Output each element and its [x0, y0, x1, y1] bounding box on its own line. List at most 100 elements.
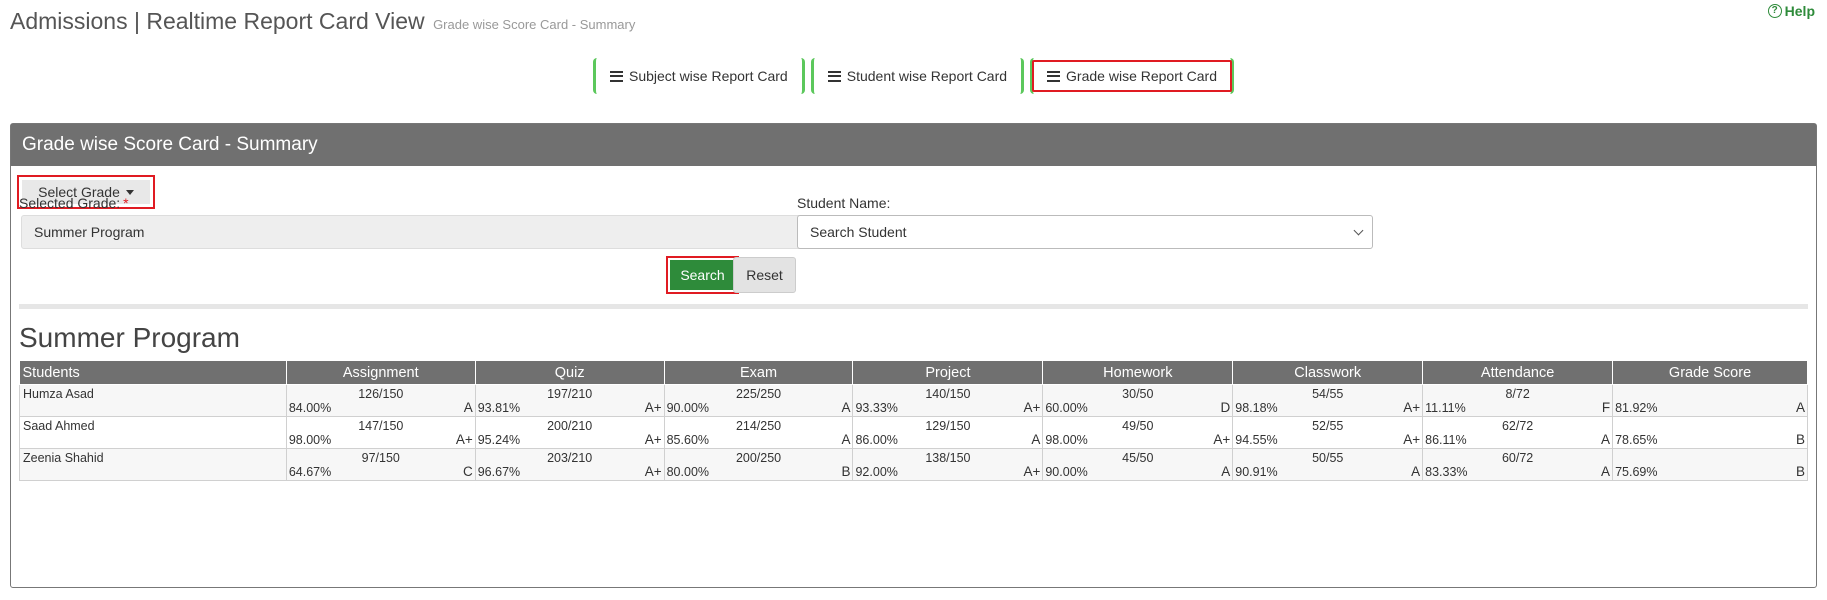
col-students: Students [19, 360, 287, 385]
score-cell: 45/50 90.00% A [1042, 448, 1234, 481]
list-icon [1047, 70, 1061, 82]
score-value: 200/250 [735, 451, 782, 465]
caret-down-icon [125, 189, 134, 195]
report-table: Students Assignment Quiz Exam Project Ho… [19, 360, 1808, 481]
score-cell: 200/210 95.24% A+ [474, 416, 665, 449]
percent-value: 96.67% [477, 465, 521, 479]
list-icon [827, 70, 841, 82]
score-cell: 78.65% B [1612, 416, 1808, 449]
score-value: 49/50 [1122, 419, 1154, 433]
grade-value: A+ [455, 432, 473, 447]
help-label: Help [1784, 3, 1815, 19]
score-cell: 129/150 86.00% A [852, 416, 1044, 449]
tab-label: Student wise Report Card [846, 68, 1008, 84]
score-cell: 8/72 11.11% F [1422, 384, 1614, 417]
score-cell: 52/55 94.55% A+ [1232, 416, 1424, 449]
grade-value: A [1601, 464, 1611, 479]
score-value: 140/150 [925, 387, 971, 401]
percent-value: 98.18% [1235, 401, 1278, 415]
score-cell: 49/50 98.00% A+ [1042, 416, 1234, 449]
grade-value: A+ [1403, 432, 1421, 447]
percent-value: 94.55% [1235, 433, 1278, 447]
percent-value: 90.91% [1235, 465, 1278, 479]
score-cell: 214/250 85.60% A [663, 416, 854, 449]
grade-value: A [463, 400, 473, 415]
tab-label: Grade wise Report Card [1066, 68, 1217, 84]
score-cell: 97/150 64.67% C [285, 448, 476, 481]
col-classwork: Classwork [1232, 360, 1424, 385]
score-value: 147/150 [358, 419, 404, 433]
score-cell: 62/72 86.11% A [1422, 416, 1614, 449]
percent-value: 75.69% [1615, 465, 1658, 479]
score-value: 97/150 [361, 451, 400, 465]
percent-value: 78.65% [1615, 433, 1658, 447]
score-cell: 60/72 83.33% A [1422, 448, 1614, 481]
grade-value: A [1221, 464, 1231, 479]
grade-value: A+ [1023, 464, 1041, 479]
help-icon: ? [1767, 4, 1782, 18]
score-cell: 225/250 90.00% A [663, 384, 854, 417]
score-cell: 126/150 84.00% A [285, 384, 476, 417]
score-value: 197/210 [547, 387, 593, 401]
grade-value: A+ [644, 464, 662, 479]
tab-subject-wise[interactable]: Subject wise Report Card [592, 58, 805, 94]
col-project: Project [852, 360, 1044, 385]
student-name-select[interactable]: Search Student [797, 215, 1373, 249]
score-value: 30/50 [1122, 387, 1154, 401]
grade-value: A+ [1023, 400, 1041, 415]
col-grade-score: Grade Score [1612, 360, 1808, 385]
percent-value: 86.11% [1425, 433, 1467, 447]
page-title-row: Admissions | Realtime Report Card View G… [10, 8, 635, 35]
page-title: Admissions | Realtime Report Card View [10, 8, 425, 34]
student-name-cell: Humza Asad [19, 384, 287, 417]
reset-button[interactable]: Reset [733, 257, 796, 293]
report-tabs: Subject wise Report Card Student wise Re… [0, 58, 1827, 94]
grade-value: B [1795, 464, 1805, 479]
col-attendance: Attendance [1422, 360, 1614, 385]
percent-value: 81.92% [1615, 401, 1658, 415]
grade-value: A+ [644, 400, 662, 415]
table-row: Saad Ahmed 147/150 98.00% A+ 200/210 95.24% A+… [19, 416, 1808, 449]
grade-value: A+ [1213, 432, 1231, 447]
tab-student-wise[interactable]: Student wise Report Card [810, 58, 1025, 94]
panel-title: Grade wise Score Card - Summary [11, 124, 1816, 166]
percent-value: 95.24% [477, 433, 521, 447]
grade-value: A+ [1403, 400, 1421, 415]
grade-value: A [1031, 432, 1041, 447]
report-title: Summer Program [19, 322, 240, 353]
col-homework: Homework [1042, 360, 1234, 385]
student-name-value: Search Student [810, 224, 907, 240]
score-cell: 75.69% B [1612, 448, 1808, 481]
score-cell: 203/210 96.67% A+ [474, 448, 665, 481]
score-cell: 197/210 93.81% A+ [474, 384, 665, 417]
grade-value: A [1601, 432, 1611, 447]
table-header-row: Students Assignment Quiz Exam Project Ho… [19, 360, 1808, 385]
grade-value: D [1220, 400, 1231, 415]
percent-value: 80.00% [666, 465, 710, 479]
search-button[interactable]: Search [666, 256, 739, 294]
grade-value: B [1795, 432, 1805, 447]
score-value: 54/55 [1312, 387, 1344, 401]
tab-grade-wise[interactable]: Grade wise Report Card [1030, 58, 1234, 94]
selected-grade-label-text: Selected Grade: [19, 195, 121, 211]
score-value: 200/210 [547, 419, 593, 433]
score-value: 129/150 [925, 419, 971, 433]
list-icon [609, 70, 623, 82]
grade-value: A+ [644, 432, 662, 447]
grade-value: A [841, 432, 851, 447]
percent-value: 85.60% [666, 433, 710, 447]
table-row: Zeenia Shahid 97/150 64.67% C 203/210 96.67% A… [19, 448, 1808, 481]
search-label: Search [670, 260, 735, 290]
percent-value: 93.33% [855, 401, 898, 415]
score-cell: 54/55 98.18% A+ [1232, 384, 1424, 417]
percent-value: 92.00% [855, 465, 898, 479]
percent-value: 90.00% [1045, 465, 1088, 479]
score-value: 203/210 [547, 451, 593, 465]
grade-value: B [841, 464, 851, 479]
score-cell: 81.92% A [1612, 384, 1808, 417]
score-value: 8/72 [1505, 387, 1530, 401]
student-name-label: Student Name: [797, 195, 891, 211]
help-link[interactable]: ? Help [1767, 3, 1815, 19]
divider [19, 304, 1808, 309]
student-name-cell: Zeenia Shahid [19, 448, 287, 481]
